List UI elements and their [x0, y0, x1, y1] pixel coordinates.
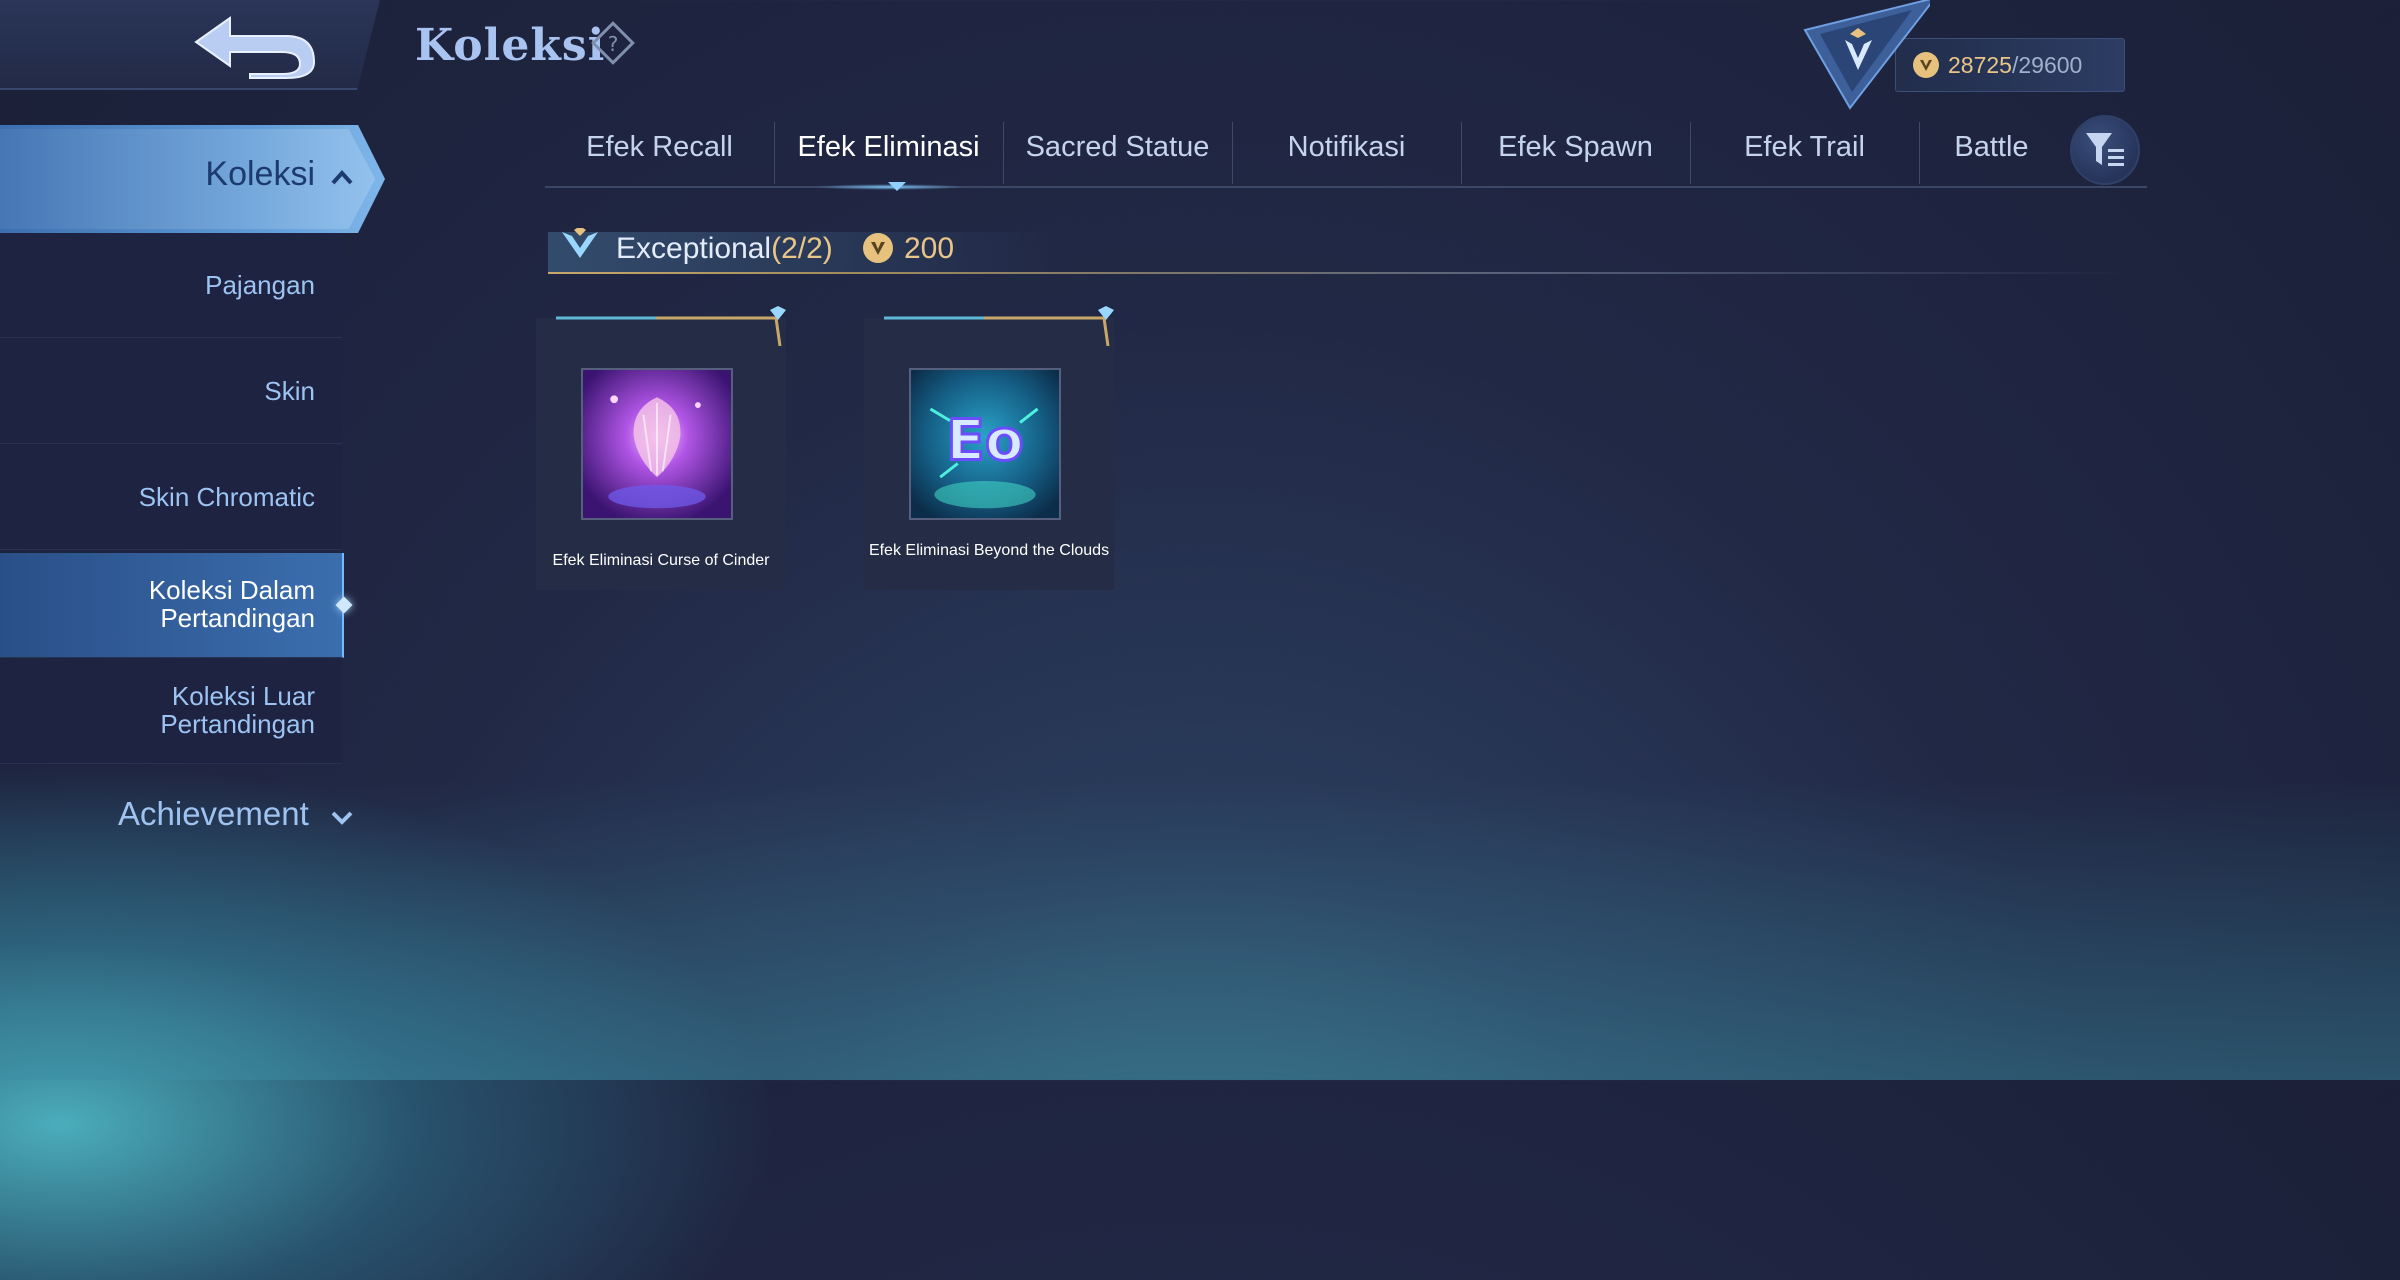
tab-efek-spawn[interactable]: Efek Spawn	[1461, 122, 1690, 184]
item-name: Efek Eliminasi Beyond the Clouds	[868, 542, 1110, 559]
sidebar-item-label: Skin Chromatic	[138, 482, 315, 512]
background-band	[0, 780, 2400, 1080]
sidebar-item-koleksi[interactable]: Koleksi	[0, 125, 385, 233]
tab-efek-eliminasi[interactable]: Efek Eliminasi	[774, 122, 1003, 184]
active-tab-caret	[888, 182, 906, 191]
section-title: Exceptional(2/2)	[616, 232, 833, 265]
filter-button[interactable]	[2070, 115, 2140, 185]
currency-value: 28725/29600	[1948, 52, 2083, 78]
tier-icon	[562, 228, 598, 258]
sidebar-item-label: Pajangan	[205, 270, 315, 300]
sidebar-item-skin-chromatic[interactable]: Skin Chromatic	[0, 445, 342, 550]
tab-sacred-statue[interactable]: Sacred Statue	[1003, 122, 1232, 184]
sidebar-item-skin[interactable]: Skin	[0, 339, 342, 444]
tab-efek-trail[interactable]: Efek Trail	[1690, 122, 1919, 184]
chevron-down-icon[interactable]	[330, 808, 354, 828]
page-title: Koleksi	[415, 20, 606, 71]
sidebar-item-label: Koleksi Dalam Pertandingan	[148, 575, 315, 633]
back-button[interactable]	[190, 12, 320, 80]
section-price: 200	[904, 232, 955, 265]
sidebar-active-highlight	[0, 129, 376, 229]
help-diamond-icon: ?	[591, 21, 635, 65]
sidebar-item-pajangan[interactable]: Pajangan	[0, 233, 342, 338]
card-frame-top	[556, 306, 786, 346]
sidebar-item-label: Skin	[264, 376, 315, 406]
section-header: Exceptional(2/2) 200	[548, 218, 2130, 274]
tab-battle[interactable]: Battle	[1919, 122, 2064, 184]
help-button[interactable]: ?	[588, 18, 638, 68]
chevron-up-icon	[331, 170, 353, 185]
rank-emblem-icon	[1803, 0, 1930, 110]
back-arrow-icon	[194, 16, 316, 79]
tab-bar: Efek Recall Efek Eliminasi Sacred Statue…	[545, 122, 2147, 190]
svg-text:?: ?	[608, 32, 619, 56]
selected-indicator	[335, 596, 353, 614]
tab-notifikasi[interactable]: Notifikasi	[1232, 122, 1461, 184]
sidebar-active-label: Koleksi	[205, 155, 315, 193]
card-frame-top	[884, 306, 1114, 346]
filter-icon	[2086, 133, 2124, 166]
item-name: Efek Eliminasi Curse of Cinder	[552, 552, 770, 569]
item-image-beyond-the-clouds: Eo	[909, 368, 1061, 520]
section-divider	[548, 272, 2130, 274]
sidebar-item-koleksi-dalam-pertandingan[interactable]: Koleksi Dalam Pertandingan	[0, 553, 353, 658]
sidebar-item-koleksi-luar-pertandingan[interactable]: Koleksi Luar Pertandingan	[0, 659, 342, 764]
currency-display: 28725/29600	[1800, 0, 2130, 110]
item-image-curse-of-cinder	[581, 368, 733, 520]
sidebar-item-achievement[interactable]: Achievement	[118, 795, 309, 833]
sidebar-item-label: Koleksi Luar Pertandingan	[160, 681, 315, 739]
item-card[interactable]: Eo Efek Eliminasi Beyond the Clouds	[864, 306, 1114, 590]
coin-icon	[863, 233, 893, 263]
tab-efek-recall[interactable]: Efek Recall	[545, 122, 774, 184]
item-card[interactable]: Efek Eliminasi Curse of Cinder	[536, 306, 786, 590]
